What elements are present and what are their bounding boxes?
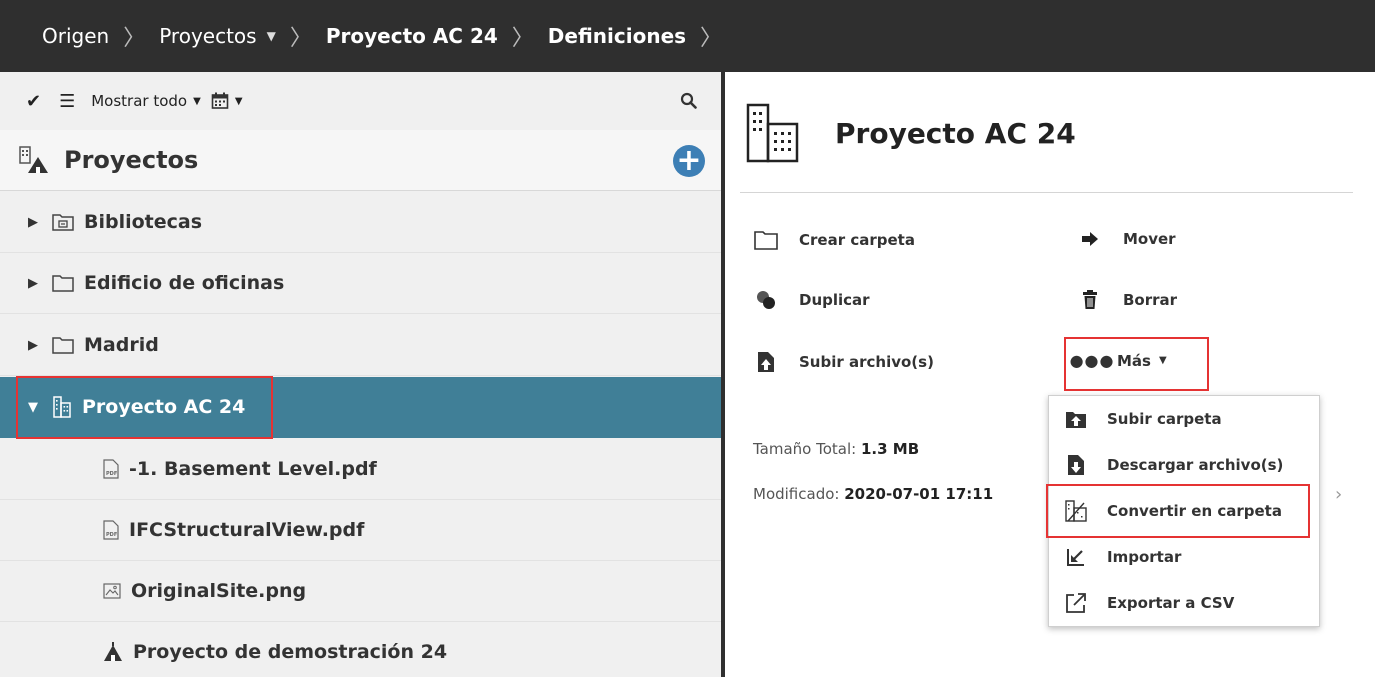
title-divider — [740, 192, 1353, 193]
breadcrumb-item-proyectos[interactable]: Proyectos ▼ — [159, 24, 276, 48]
menu-item-label: Subir carpeta — [1107, 410, 1222, 428]
size-label: Tamaño Total: — [753, 440, 857, 458]
projects-icon — [19, 146, 48, 173]
breadcrumb: Origen 〉 Proyectos ▼ 〉 Proyecto AC 24 〉 … — [0, 0, 1375, 72]
delete-button[interactable]: Borrar — [1077, 290, 1177, 310]
page-title: Proyecto AC 24 — [835, 117, 1076, 150]
caret-down-icon[interactable]: ▼ — [267, 29, 276, 43]
action-label: Subir archivo(s) — [799, 353, 934, 371]
move-button[interactable]: Mover — [1077, 230, 1176, 248]
tree-item-ifc-pdf[interactable]: PDF IFCStructuralView.pdf — [0, 500, 721, 561]
duplicate-button[interactable]: Duplicar — [753, 290, 870, 310]
folder-icon — [52, 274, 74, 292]
library-folder-icon — [52, 213, 74, 231]
duplicate-icon — [753, 290, 779, 310]
breadcrumb-separator-icon: 〉 — [511, 26, 534, 51]
search-icon[interactable] — [680, 92, 697, 109]
menu-item-label: Descargar archivo(s) — [1107, 456, 1284, 474]
menu-item-download-files[interactable]: Descargar archivo(s) — [1049, 442, 1319, 488]
modified-date: Modificado: 2020-07-01 17:11 — [753, 485, 993, 503]
folder-icon — [52, 336, 74, 354]
total-size: Tamaño Total: 1.3 MB — [753, 440, 919, 458]
pdf-file-icon: PDF — [103, 459, 119, 479]
breadcrumb-item-proyecto[interactable]: Proyecto AC 24 — [326, 24, 498, 48]
check-icon[interactable]: ✔ — [26, 91, 41, 112]
svg-text:PDF: PDF — [106, 532, 117, 538]
highlight-box — [1064, 337, 1209, 391]
upload-file-icon — [753, 351, 779, 373]
caret-down-icon: ▼ — [193, 95, 201, 107]
breadcrumb-label: Proyecto AC 24 — [325, 24, 498, 48]
modified-value: 2020-07-01 17:11 — [844, 485, 994, 503]
image-file-icon — [103, 583, 121, 599]
tree-item-label: OriginalSite.png — [131, 580, 307, 602]
download-file-icon — [1063, 454, 1089, 476]
tree-item-originalsite-png[interactable]: OriginalSite.png — [0, 561, 721, 622]
highlight-box — [1046, 484, 1310, 538]
arrow-right-icon — [1077, 231, 1103, 247]
svg-text:PDF: PDF — [106, 471, 117, 477]
caret-down-icon: ▼ — [234, 95, 243, 107]
export-icon — [1063, 592, 1089, 614]
action-label: Mover — [1123, 230, 1176, 248]
tree-item-label: IFCStructuralView.pdf — [129, 519, 365, 541]
breadcrumb-separator-icon: 〉 — [700, 26, 723, 51]
calendar-icon — [211, 92, 229, 109]
expand-arrow-icon[interactable]: ▶ — [28, 215, 38, 230]
tree-item-label: Edificio de oficinas — [84, 272, 285, 294]
breadcrumb-label: Origen — [42, 24, 110, 48]
tree-title: Proyectos — [64, 146, 199, 174]
trash-icon — [1077, 290, 1103, 310]
menu-item-export-csv[interactable]: Exportar a CSV — [1049, 580, 1319, 626]
modified-label: Modificado: — [753, 485, 840, 503]
breadcrumb-item-origen[interactable]: Origen — [42, 24, 109, 48]
action-label: Duplicar — [799, 291, 870, 309]
building-icon — [746, 103, 799, 163]
tree-item-label: Madrid — [84, 334, 159, 356]
list-icon[interactable]: ☰ — [59, 91, 75, 112]
menu-item-label: Importar — [1107, 548, 1182, 566]
tree-item-label: -1. Basement Level.pdf — [129, 458, 377, 480]
breadcrumb-label: Definiciones — [547, 24, 687, 48]
create-folder-button[interactable]: Crear carpeta — [753, 230, 915, 250]
upload-files-button[interactable]: Subir archivo(s) — [753, 351, 934, 373]
tree-header: Proyectos + — [0, 130, 721, 191]
action-label: Crear carpeta — [799, 231, 915, 249]
menu-item-upload-folder[interactable]: Subir carpeta — [1049, 396, 1319, 442]
breadcrumb-label: Proyectos — [159, 24, 257, 48]
chevron-right-icon[interactable]: › — [1335, 484, 1342, 505]
breadcrumb-separator-icon: 〉 — [123, 26, 146, 51]
size-value: 1.3 MB — [861, 440, 920, 458]
highlight-box — [16, 376, 273, 439]
menu-item-import[interactable]: Importar — [1049, 534, 1319, 580]
date-filter-dropdown[interactable]: ▼ — [211, 92, 243, 110]
show-all-dropdown[interactable]: Mostrar todo ▼ — [91, 92, 201, 110]
breadcrumb-separator-icon: 〉 — [289, 26, 312, 51]
show-all-label: Mostrar todo — [91, 92, 188, 110]
tree-item-bibliotecas[interactable]: ▶ Bibliotecas — [0, 192, 721, 253]
action-label: Borrar — [1123, 291, 1178, 309]
expand-arrow-icon[interactable]: ▶ — [28, 338, 38, 353]
tree-item-label: Proyecto de demostración 24 — [133, 641, 448, 663]
pdf-file-icon: PDF — [103, 520, 119, 540]
tree-toolbar: ✔ ☰ Mostrar todo ▼ ▼ — [0, 72, 721, 130]
add-project-button[interactable]: + — [673, 145, 705, 177]
tree-item-demo-project[interactable]: Proyecto de demostración 24 — [0, 622, 721, 682]
tree-item-edificio-de-oficinas[interactable]: ▶ Edificio de oficinas — [0, 253, 721, 314]
breadcrumb-item-definiciones[interactable]: Definiciones — [548, 24, 686, 48]
tree-item-madrid[interactable]: ▶ Madrid — [0, 315, 721, 376]
expand-arrow-icon[interactable]: ▶ — [28, 276, 38, 291]
tree-item-basement-pdf[interactable]: PDF -1. Basement Level.pdf — [0, 439, 721, 500]
upload-folder-icon — [1063, 409, 1089, 429]
menu-item-label: Exportar a CSV — [1107, 594, 1235, 612]
import-icon — [1063, 547, 1089, 567]
folder-icon — [753, 230, 779, 250]
project-icon — [103, 642, 123, 662]
tree-item-label: Bibliotecas — [84, 211, 203, 233]
